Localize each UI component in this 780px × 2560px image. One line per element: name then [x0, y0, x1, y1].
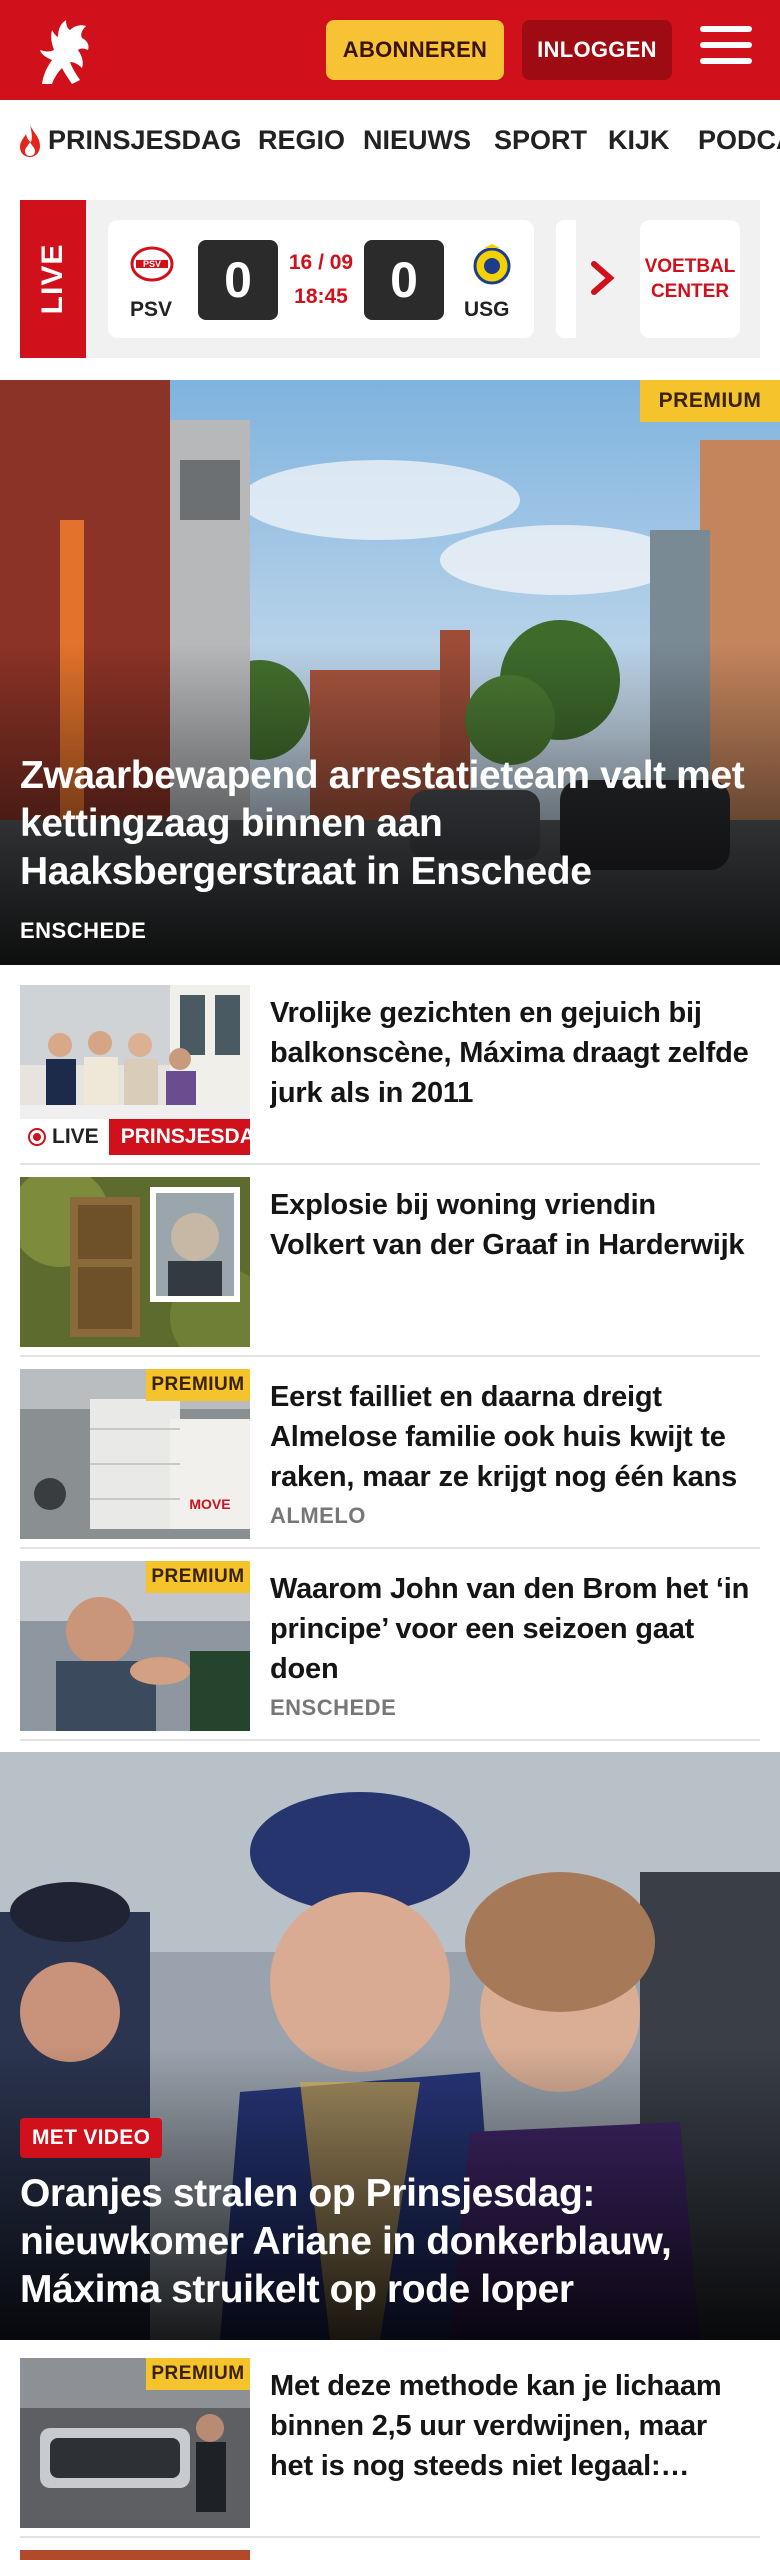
match-datetime: 16 / 09 18:45 [288, 251, 354, 308]
article-thumbnail: PREMIUM [20, 2358, 250, 2528]
article-item[interactable]: MOVE PREMIUM Eerst failliet en daarna dr… [20, 1369, 760, 1549]
live-label-vertical: LIVE [20, 200, 86, 358]
nav-item-prinsjesdag[interactable]: PRINSJESDAG [48, 125, 242, 156]
usg-badge-icon [473, 244, 511, 285]
article-thumbnail: LIVE PRINSJESDAG [20, 985, 250, 1155]
match-card[interactable]: PSV PSV 0 16 / 09 18:45 0 USG [108, 220, 534, 338]
article-item[interactable]: PREMIUM Waarom John van den Brom het ‘in… [20, 1561, 760, 1741]
article-location: ALMELO [270, 1503, 366, 1528]
login-button[interactable]: INLOGGEN [522, 20, 672, 80]
hero-location: ENSCHEDE [20, 918, 147, 943]
article-title[interactable]: Met deze methode kan je lichaam binnen 2… [270, 2366, 750, 2486]
article-thumbnail [20, 1177, 250, 1347]
article-thumbnail: MOVE PREMIUM [20, 1369, 250, 1539]
section-nav: PRINSJESDAG REGIO NIEUWS SPORT KIJK PODC… [0, 100, 780, 182]
tubantia-horse-logo-icon[interactable] [22, 10, 104, 92]
live-dot-icon [28, 1128, 46, 1146]
live-scoreboard: LIVE PSV PSV 0 16 / 09 18:45 0 USG VOETB… [20, 200, 760, 358]
category-tag: PRINSJESDAG [108, 1119, 250, 1155]
hero-headline[interactable]: Zwaarbewapend arrestatieteam valt met ke… [20, 752, 760, 896]
hero-headline[interactable]: Oranjes stralen op Prinsjesdag: nieuwkom… [20, 2170, 760, 2314]
chevron-right-icon[interactable] [590, 260, 616, 296]
next-article-thumbnail [20, 2550, 250, 2560]
nav-item-podcast[interactable]: PODCA [698, 125, 780, 156]
video-badge: MET VIDEO [20, 2118, 163, 2158]
premium-badge: PREMIUM [640, 380, 780, 422]
home-team-name: PSV [130, 298, 173, 321]
svg-text:MOVE: MOVE [189, 1496, 230, 1512]
article-thumbnail: PREMIUM [20, 1561, 250, 1731]
flame-icon [20, 124, 40, 157]
top-header: ABONNEREN INLOGGEN [0, 0, 780, 100]
live-badge: LIVE PRINSJESDAG [20, 1119, 250, 1155]
away-team-name: USG [464, 298, 510, 321]
hamburger-menu-icon[interactable] [700, 26, 752, 72]
nav-item-sport[interactable]: SPORT [494, 125, 587, 156]
next-match-card[interactable] [556, 220, 576, 338]
premium-badge: PREMIUM [146, 2358, 250, 2390]
hero-article[interactable]: PREMIUM Zwaarbewapend arrestatieteam val… [0, 380, 780, 965]
home-score: 0 [198, 240, 278, 320]
nav-item-kijk[interactable]: KIJK [608, 125, 670, 156]
article-title[interactable]: Vrolijke gezichten en gejuich bij balkon… [270, 993, 750, 1113]
premium-badge: PREMIUM [146, 1561, 250, 1593]
voetbal-center-link[interactable]: VOETBAL CENTER [640, 220, 740, 338]
video-hero-article[interactable]: MET VIDEO Oranjes stralen op Prinsjesdag… [0, 1752, 780, 2340]
away-score: 0 [364, 240, 444, 320]
article-title[interactable]: Explosie bij woning vriendin Volkert van… [270, 1185, 750, 1265]
article-item[interactable]: LIVE PRINSJESDAG Vrolijke gezichten en g… [20, 985, 760, 1165]
psv-badge-icon: PSV [130, 246, 174, 282]
article-title[interactable]: Waarom John van den Brom het ‘in princip… [270, 1569, 750, 1689]
nav-item-regio[interactable]: REGIO [258, 125, 345, 156]
svg-text:PSV: PSV [143, 259, 161, 269]
article-item[interactable]: Explosie bij woning vriendin Volkert van… [20, 1177, 760, 1357]
subscribe-button[interactable]: ABONNEREN [326, 20, 504, 80]
nav-item-nieuws[interactable]: NIEUWS [363, 125, 471, 156]
article-location: ENSCHEDE [270, 1695, 397, 1720]
article-item[interactable]: PREMIUM Met deze methode kan je lichaam … [20, 2358, 760, 2538]
premium-badge: PREMIUM [146, 1369, 250, 1401]
article-title[interactable]: Eerst failliet en daarna dreigt Almelose… [270, 1377, 750, 1497]
